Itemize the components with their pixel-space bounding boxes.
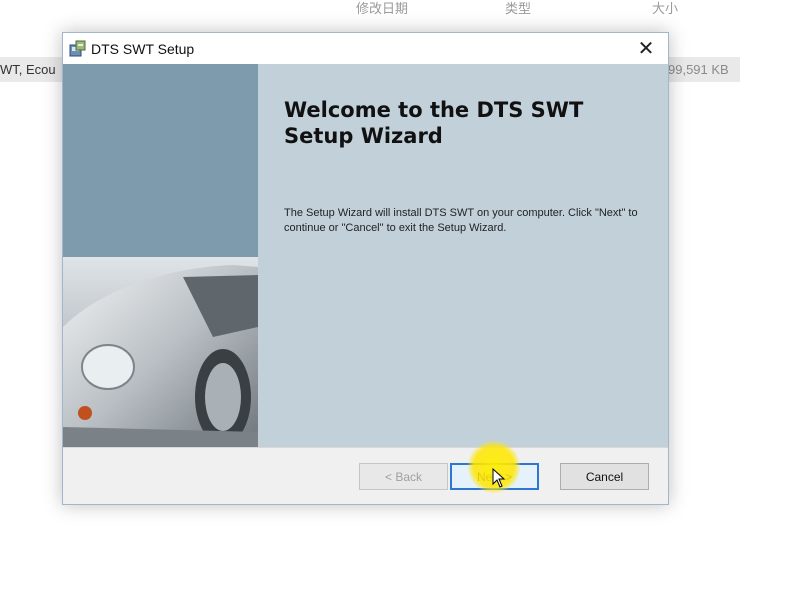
close-icon: ✕ (637, 38, 655, 60)
file-size: 99,591 KB (668, 62, 729, 77)
column-header-date-modified[interactable]: 修改日期 (356, 0, 408, 17)
welcome-heading: Welcome to the DTS SWT Setup Wizard (284, 98, 584, 148)
dialog-button-bar: < Back Next > Cancel (63, 447, 668, 504)
welcome-description: The Setup Wizard will install DTS SWT on… (284, 207, 638, 234)
wizard-banner-panel (63, 64, 258, 447)
dialog-title: DTS SWT Setup (91, 41, 195, 57)
close-button[interactable]: ✕ (624, 33, 668, 64)
file-name: WT, Ecou (0, 62, 56, 77)
cancel-button[interactable]: Cancel (560, 463, 649, 490)
wizard-content-panel: Welcome to the DTS SWT Setup Wizard The … (258, 64, 668, 447)
setup-dialog: DTS SWT Setup ✕ Welcome to the DTS SWT S… (62, 32, 669, 505)
back-button[interactable]: < Back (359, 463, 448, 490)
installer-icon (69, 40, 86, 57)
column-header-type[interactable]: 类型 (505, 0, 531, 17)
next-button[interactable]: Next > (450, 463, 539, 490)
car-image (63, 257, 258, 447)
dialog-titlebar[interactable]: DTS SWT Setup ✕ (63, 33, 668, 64)
column-header-size[interactable]: 大小 (652, 0, 678, 17)
